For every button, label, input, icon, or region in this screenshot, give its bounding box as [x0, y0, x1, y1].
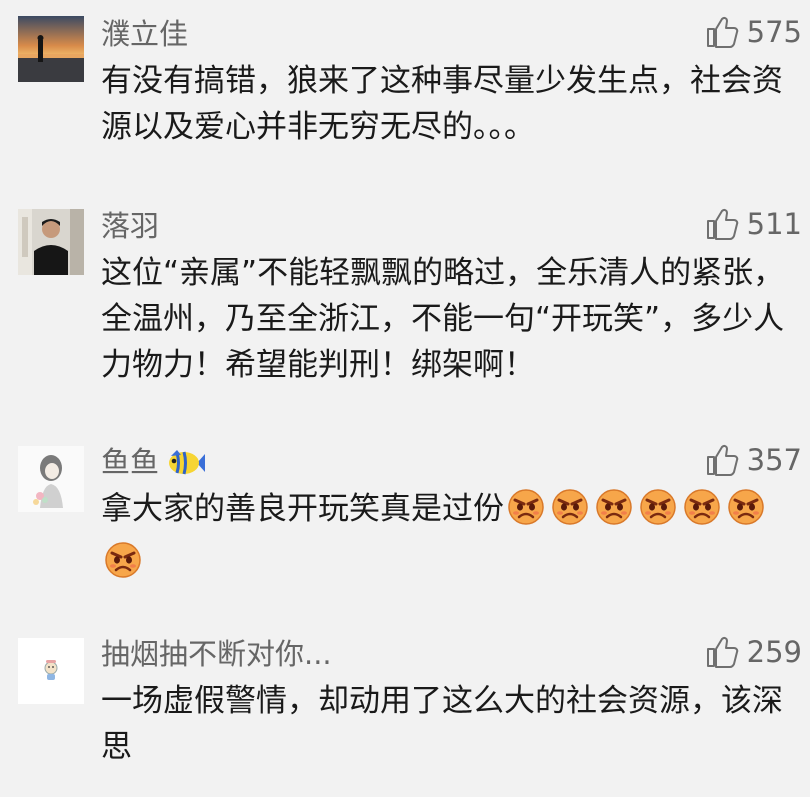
thumbs-up-icon: [706, 16, 738, 48]
like-count: 575: [746, 15, 802, 49]
like-button[interactable]: 511: [705, 206, 802, 242]
like-count: 357: [746, 443, 802, 477]
username[interactable]: 鱼鱼: [101, 444, 206, 486]
avatar[interactable]: [18, 638, 84, 704]
comment-text: 一场虚假警情，却动用了这么大的社会资源，该深思: [101, 683, 783, 765]
username[interactable]: 落羽: [101, 208, 159, 244]
like-button[interactable]: 575: [705, 14, 802, 50]
angry-face-icon: [507, 488, 545, 539]
angry-face-icon: [683, 488, 721, 539]
avatar[interactable]: [18, 16, 84, 82]
username-label: 鱼鱼: [101, 445, 160, 479]
thumbs-up-icon: [706, 444, 738, 476]
username[interactable]: 濮立佳: [101, 16, 188, 52]
comment-text: 这位“亲属”不能轻飘飘的略过，全乐清人的紧张，全温州，乃至全浙江，不能一句“开玩…: [101, 255, 785, 383]
tropical-fish-icon: [167, 448, 206, 486]
avatar[interactable]: [18, 446, 84, 512]
thumbs-up-icon: [706, 208, 738, 240]
avatar[interactable]: [18, 209, 84, 275]
comment-text: 拿大家的善良开玩笑真是过份: [101, 486, 791, 592]
cartoon-character-avatar: [18, 638, 84, 704]
man-portrait-avatar: [18, 209, 84, 275]
angry-face-icon: [727, 488, 765, 539]
like-count: 511: [746, 207, 802, 241]
angry-face-icon: [104, 541, 142, 592]
comment-text: 有没有搞错，狼来了这种事尽量少发生点，社会资源以及爱心并非无穷无尽的。。。: [101, 63, 783, 145]
like-button[interactable]: 357: [705, 442, 802, 478]
thumbs-up-icon: [706, 636, 738, 668]
angry-face-icon: [595, 488, 633, 539]
comment-text-content: 拿大家的善良开玩笑真是过份: [101, 491, 504, 527]
username[interactable]: 抽烟抽不断对你...: [101, 636, 332, 672]
sunset-photo-avatar: [18, 16, 84, 82]
girl-sketch-avatar: [18, 446, 84, 512]
like-count: 259: [746, 635, 802, 669]
angry-face-icon: [639, 488, 677, 539]
like-button[interactable]: 259: [705, 634, 802, 670]
angry-face-icon: [551, 488, 589, 539]
